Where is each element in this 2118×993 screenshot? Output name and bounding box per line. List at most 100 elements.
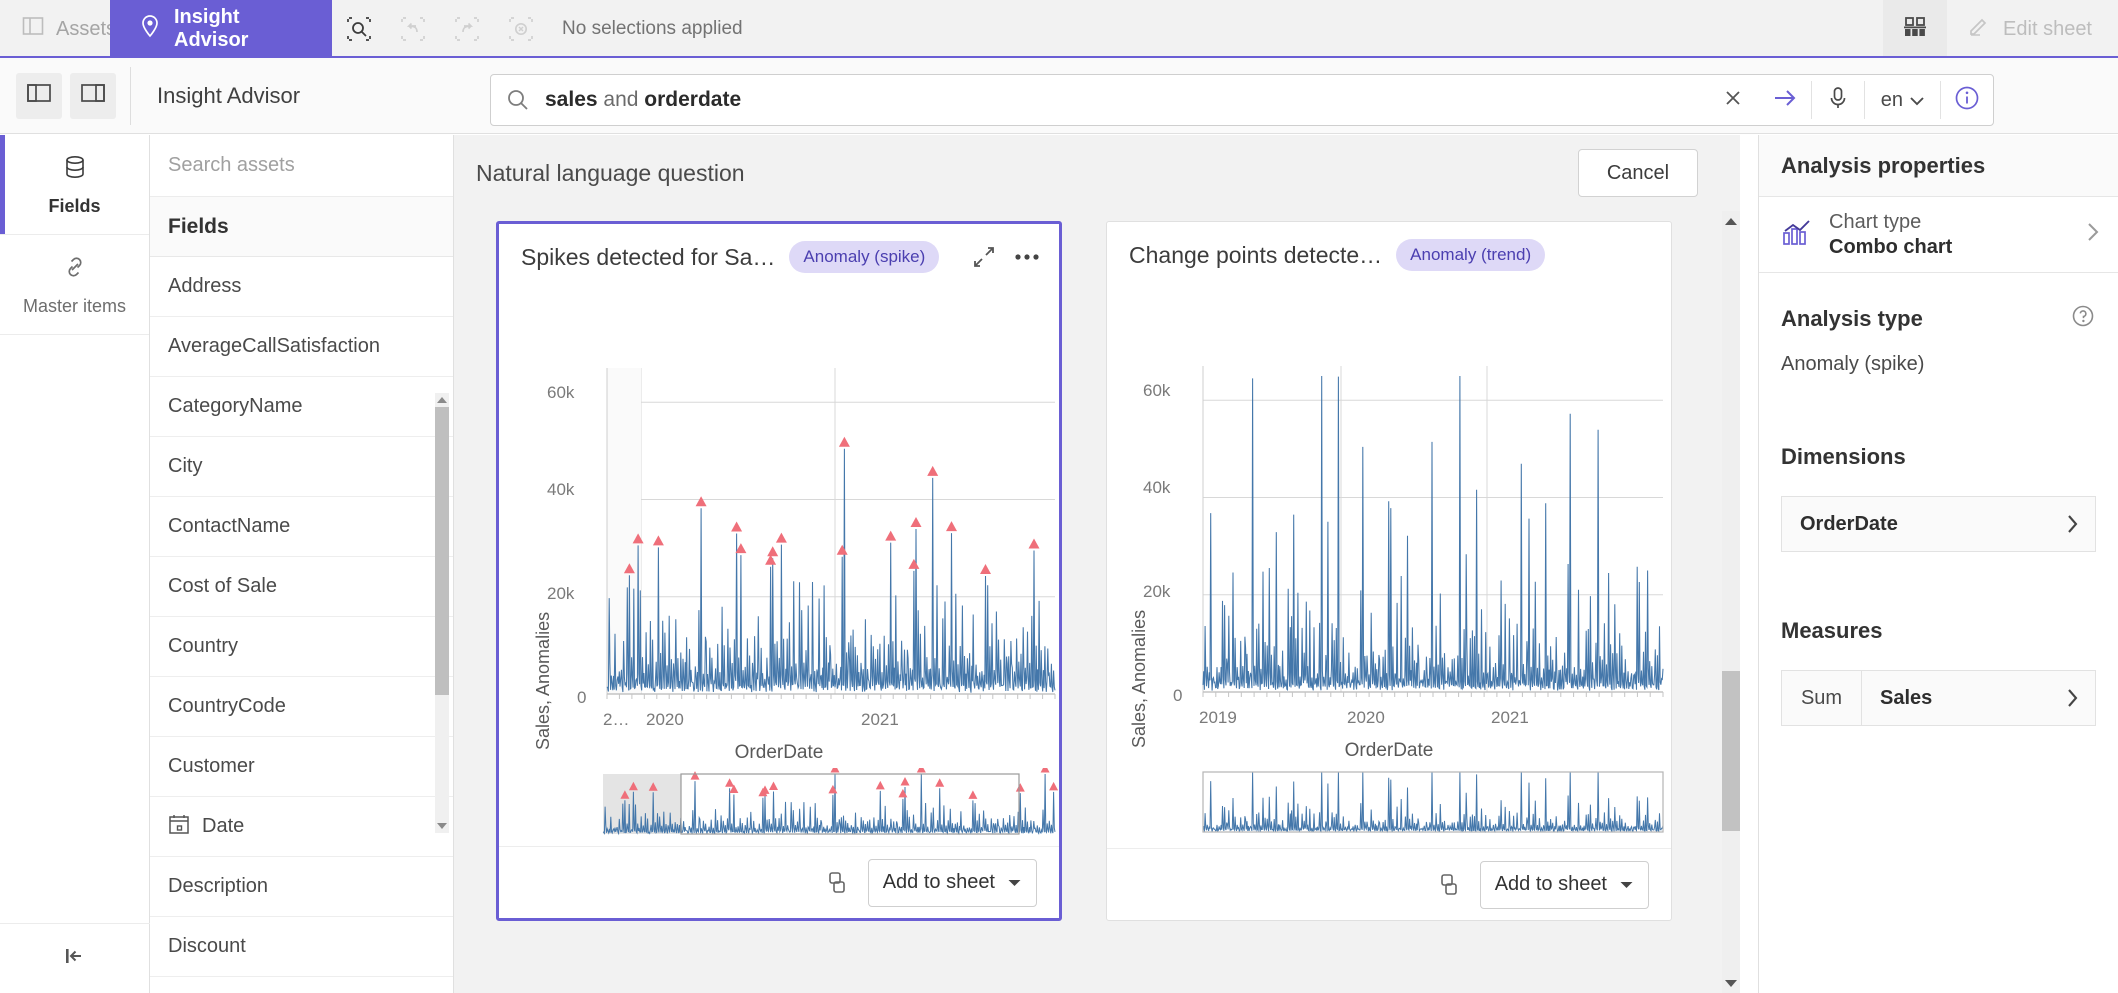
chart-type-texts: Chart type Combo chart xyxy=(1829,211,1952,259)
assets-scrollbar-thumb[interactable] xyxy=(435,407,449,695)
cancel-button[interactable]: Cancel xyxy=(1578,149,1698,197)
sidebar-item-fields[interactable]: Fields xyxy=(0,135,149,235)
clear-selections-button[interactable] xyxy=(494,0,548,58)
list-item-label: ContactName xyxy=(168,515,291,537)
search-assets-input[interactable]: Search assets xyxy=(150,135,453,197)
collapse-panel-button[interactable] xyxy=(0,923,150,993)
list-item-label: Customer xyxy=(168,755,255,777)
y-axis-label: Sales, Anomalies xyxy=(1129,609,1149,748)
list-item[interactable]: CategoryName xyxy=(150,377,453,437)
list-item[interactable]: Cost of Sale xyxy=(150,557,453,617)
x-tick-label: 2020 xyxy=(646,710,684,729)
list-item-label: Cost of Sale xyxy=(168,575,277,597)
database-icon xyxy=(60,152,90,187)
right-panel-toggle-button[interactable] xyxy=(70,72,116,119)
assets-scrollbar[interactable] xyxy=(435,393,449,833)
measures-label: Measures xyxy=(1781,618,1883,643)
chevron-right-icon xyxy=(2066,514,2095,534)
content-scrollbar-thumb[interactable] xyxy=(1722,671,1740,831)
list-item[interactable]: AverageCallSatisfaction xyxy=(150,317,453,377)
list-item-label: City xyxy=(168,455,203,477)
voice-search-button[interactable] xyxy=(1812,74,1864,126)
chain-link-icon[interactable] xyxy=(1438,872,1462,898)
search-input[interactable]: sales and orderdate xyxy=(545,88,1707,112)
language-selector[interactable]: en xyxy=(1865,89,1940,112)
list-item[interactable]: Address xyxy=(150,257,453,317)
measures-header: Measures xyxy=(1759,618,2118,644)
search-bar[interactable]: sales and orderdate en xyxy=(490,74,1994,126)
scroll-down-icon[interactable] xyxy=(435,819,449,833)
scroll-down-icon[interactable] xyxy=(1722,973,1740,993)
card-title: Change points detecte… xyxy=(1129,241,1383,268)
list-item[interactable]: CountryCode xyxy=(150,677,453,737)
calendar-icon xyxy=(168,813,190,841)
step-back-button[interactable] xyxy=(386,0,440,58)
search-token-3: orderdate xyxy=(644,88,742,111)
content-scrollbar[interactable] xyxy=(1722,211,1740,993)
info-icon xyxy=(1953,84,1981,117)
card-actions xyxy=(971,244,1041,270)
list-item[interactable]: Description xyxy=(150,857,453,917)
panel-icon xyxy=(22,15,44,43)
scroll-up-icon[interactable] xyxy=(1722,211,1740,231)
edit-sheet-label: Edit sheet xyxy=(2003,17,2092,40)
y-tick-label: 20k xyxy=(1143,582,1171,601)
clear-search-button[interactable] xyxy=(1707,74,1759,126)
left-panel-toggle-button[interactable] xyxy=(16,72,62,119)
sidebar-item-master-items[interactable]: Master items xyxy=(0,235,149,335)
submit-search-button[interactable] xyxy=(1759,74,1811,126)
list-item[interactable]: Discount xyxy=(150,917,453,977)
measure-aggregation: Sum xyxy=(1782,671,1862,725)
chart-area[interactable]: Sales, Anomalies 60k 40k 20k 0 2… 2020 2… xyxy=(499,290,1059,836)
dimension-label: OrderDate xyxy=(1800,512,1898,535)
scroll-up-icon[interactable] xyxy=(435,393,449,407)
list-item[interactable]: Date xyxy=(150,797,453,857)
list-item-label: Country xyxy=(168,635,239,657)
link-icon xyxy=(60,252,90,287)
x-tick-label: 2019 xyxy=(1199,708,1237,727)
status-badge: Anomaly (spike) xyxy=(789,241,940,273)
analysis-type-header: Analysis type xyxy=(1759,303,2118,335)
edit-sheet-button[interactable]: Edit sheet xyxy=(1947,0,2118,58)
sheet-grid-button[interactable] xyxy=(1883,0,1948,58)
insight-card[interactable]: Spikes detected for Sa… Anomaly (spike) … xyxy=(496,221,1062,921)
chevron-right-icon xyxy=(2086,221,2100,248)
insight-advisor-tab[interactable]: Insight Advisor xyxy=(110,0,332,58)
expand-icon[interactable] xyxy=(971,244,997,270)
chart-type-label: Chart type xyxy=(1829,210,1922,233)
measure-item[interactable]: Sum Sales xyxy=(1781,670,2096,726)
close-icon xyxy=(1722,87,1744,114)
assets-button[interactable]: Assets xyxy=(0,0,116,58)
list-item[interactable]: City xyxy=(150,437,453,497)
chart-range-selector[interactable] xyxy=(1107,766,1672,841)
list-item[interactable]: Country xyxy=(150,617,453,677)
lightbulb-location-icon xyxy=(138,14,162,44)
info-button[interactable] xyxy=(1941,74,1993,126)
insight-card[interactable]: Change points detecte… Anomaly (trend) S… xyxy=(1106,221,1672,921)
add-to-sheet-button[interactable]: Add to sheet xyxy=(867,858,1037,907)
y-tick-label: 40k xyxy=(547,480,575,499)
chart-area[interactable]: Sales, Anomalies 60k 40k 20k 0 2019 2020… xyxy=(1107,288,1671,834)
help-circle-icon[interactable] xyxy=(2070,303,2096,335)
chain-link-icon[interactable] xyxy=(826,870,850,896)
list-item-label: CountryCode xyxy=(168,695,286,717)
step-forward-button[interactable] xyxy=(440,0,494,58)
left-panel-toggle-icon xyxy=(27,83,51,108)
dimension-item[interactable]: OrderDate xyxy=(1781,496,2096,552)
selection-search-button[interactable] xyxy=(332,0,386,58)
left-rail: Fields Master items xyxy=(0,135,150,993)
status-badge: Anomaly (trend) xyxy=(1396,239,1546,271)
chart-type-row[interactable]: Chart type Combo chart xyxy=(1759,197,2118,273)
add-to-sheet-label: Add to sheet xyxy=(1494,873,1607,895)
list-item-label: Discount xyxy=(168,935,246,957)
arrow-right-icon xyxy=(1772,87,1798,114)
y-tick-label: 40k xyxy=(1143,478,1171,497)
chart-range-selector[interactable] xyxy=(499,768,1062,843)
y-tick-label: 0 xyxy=(1173,686,1183,705)
list-item[interactable]: Customer xyxy=(150,737,453,797)
add-to-sheet-button[interactable]: Add to sheet xyxy=(1479,860,1649,909)
more-options-icon[interactable] xyxy=(1013,252,1041,262)
sheet-grid-icon xyxy=(1902,14,1928,45)
list-item[interactable]: ContactName xyxy=(150,497,453,557)
